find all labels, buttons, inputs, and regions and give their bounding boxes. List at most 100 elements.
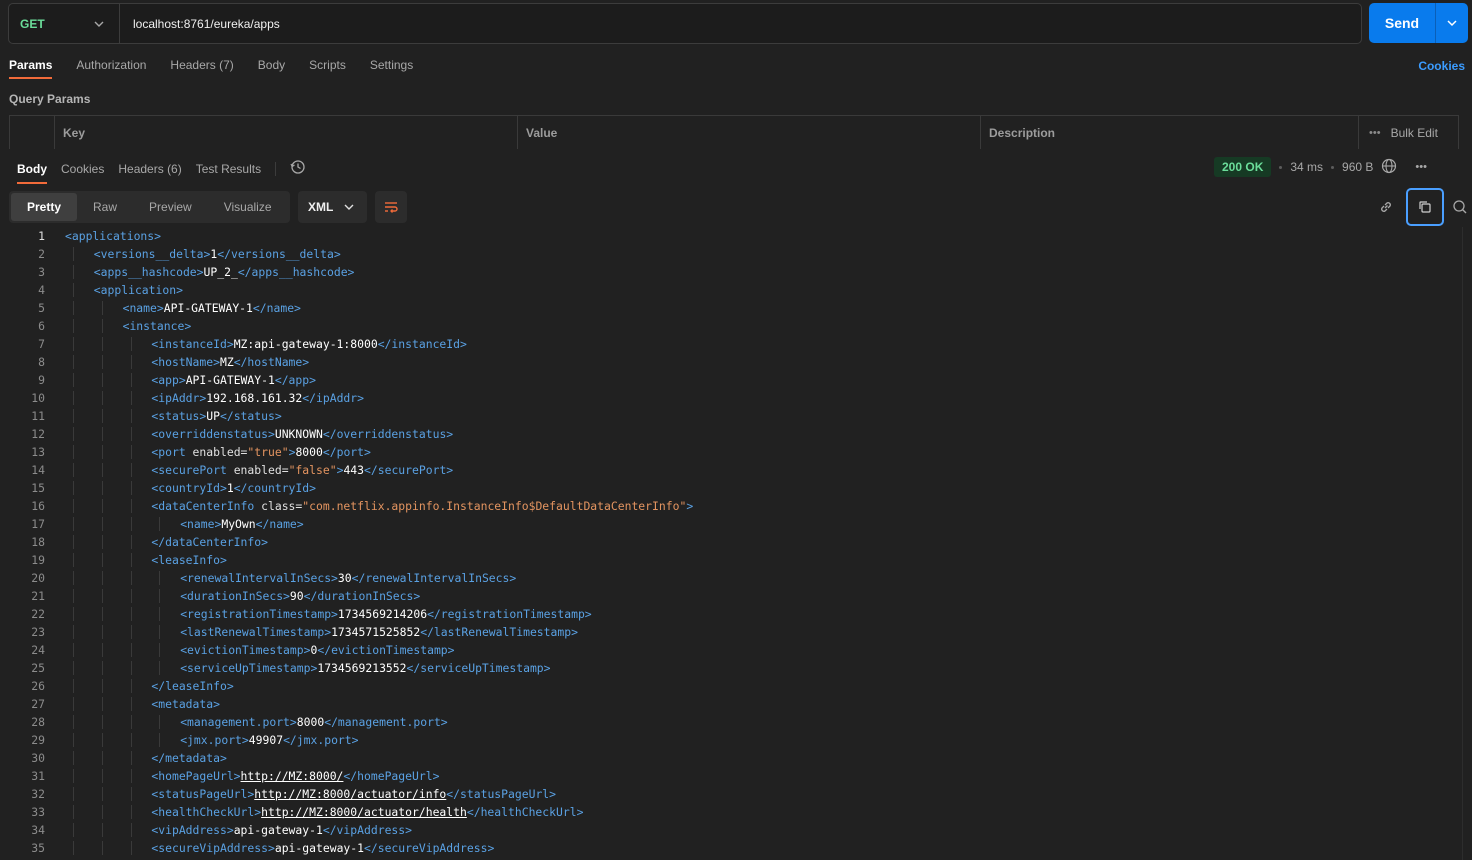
- indent-guide: [130, 481, 132, 495]
- globe-icon[interactable]: [1381, 158, 1397, 177]
- url-bar: GET localhost:8761/eureka/apps: [8, 3, 1362, 44]
- bulk-edit-button[interactable]: ••• Bulk Edit: [1359, 116, 1458, 149]
- code-link[interactable]: http://MZ:8000/: [241, 769, 344, 783]
- code-token: </metadata>: [151, 751, 227, 765]
- code-token: <registrationTimestamp>: [180, 607, 338, 621]
- search-button[interactable]: [1448, 188, 1472, 226]
- code-token: UP_2_: [203, 265, 238, 279]
- indent-guide: [73, 661, 74, 675]
- indent-guide: [130, 337, 132, 351]
- format-select[interactable]: XML: [298, 191, 367, 223]
- indent-guide: [101, 319, 103, 333]
- tab-authorization[interactable]: Authorization: [76, 58, 146, 78]
- code-token: <instance>: [122, 319, 192, 333]
- code-line: 35 <secureVipAddress>api-gateway-1</secur…: [0, 839, 1462, 857]
- line-number: 29: [31, 733, 45, 747]
- indent-guide: [130, 517, 132, 531]
- code-token: <ipAddr>: [151, 391, 207, 405]
- indent-guide: [130, 571, 132, 585]
- line-number: 32: [31, 787, 45, 801]
- code-line: 33 <healthCheckUrl>http://MZ:8000/actuato…: [0, 803, 1462, 821]
- vertical-scrollbar[interactable]: [1462, 227, 1472, 860]
- code-token: >: [686, 499, 694, 513]
- line-number: 15: [31, 481, 45, 495]
- code-token: <versions__delta>: [93, 247, 211, 261]
- view-pretty[interactable]: Pretty: [11, 193, 78, 221]
- view-preview[interactable]: Preview: [133, 193, 208, 221]
- indent-guide: [73, 697, 74, 711]
- tab-headers[interactable]: Headers (7): [170, 58, 233, 78]
- tab-body[interactable]: Body: [258, 58, 285, 78]
- response-size[interactable]: 960 B: [1342, 160, 1373, 174]
- indent-guide: [159, 733, 161, 747]
- code-text: <registrationTimestamp>1734569214206</re…: [45, 607, 592, 621]
- code-token: <application>: [93, 283, 183, 297]
- indent-guide: [159, 571, 161, 585]
- method-select[interactable]: GET: [9, 4, 120, 43]
- code-text: <apps__hashcode>UP_2_</apps__hashcode>: [45, 265, 354, 279]
- indent-guide: [101, 625, 103, 639]
- line-number: 9: [38, 373, 45, 387]
- indent-guide: [159, 589, 161, 603]
- code-token: <healthCheckUrl>: [151, 805, 262, 819]
- indent-guide: [159, 517, 161, 531]
- code-text: <versions__delta>1</versions__delta>: [45, 247, 341, 261]
- line-number: 11: [31, 409, 45, 423]
- code-token: </port>: [322, 445, 371, 459]
- code-token: <vipAddress>: [151, 823, 234, 837]
- view-visualize[interactable]: Visualize: [208, 193, 288, 221]
- indent-guide: [101, 301, 103, 315]
- code-line: 6 <instance>: [0, 317, 1462, 335]
- code-token: </name>: [252, 301, 301, 315]
- code-line: 13 <port enabled="true">8000</port>: [0, 443, 1462, 461]
- cookies-link[interactable]: Cookies: [1418, 59, 1465, 73]
- tab-scripts[interactable]: Scripts: [309, 58, 346, 78]
- code-token: <secureVipAddress>: [151, 841, 275, 855]
- copy-button[interactable]: [1406, 188, 1444, 226]
- code-line: 24 <evictionTimestamp>0</evictionTimestam…: [0, 641, 1462, 659]
- status-badge[interactable]: 200 OK: [1214, 157, 1272, 177]
- indent-guide: [73, 535, 74, 549]
- tab-test-results[interactable]: Test Results: [196, 162, 261, 176]
- line-number: 5: [38, 301, 45, 315]
- link-button[interactable]: [1370, 188, 1402, 226]
- tab-response-cookies[interactable]: Cookies: [61, 162, 104, 176]
- indent-guide: [73, 265, 74, 279]
- indent-guide: [101, 787, 103, 801]
- more-icon[interactable]: •••: [1415, 161, 1427, 173]
- indent-guide: [101, 589, 103, 603]
- code-token: 49907: [248, 733, 284, 747]
- search-icon: [1453, 200, 1467, 214]
- tab-response-headers[interactable]: Headers (6): [118, 162, 181, 176]
- tab-settings[interactable]: Settings: [370, 58, 413, 78]
- code-token: <hostName>: [151, 355, 220, 369]
- tab-response-body[interactable]: Body: [17, 162, 47, 184]
- code-text: <name>MyOwn</name>: [45, 517, 304, 531]
- indent-guide: [73, 841, 74, 855]
- response-time[interactable]: 34 ms: [1290, 160, 1323, 174]
- indent-guide: [73, 553, 74, 567]
- indent-guide: [73, 715, 74, 729]
- code-line: 2 <versions__delta>1</versions__delta>: [0, 245, 1462, 263]
- code-token: <metadata>: [151, 697, 220, 711]
- tab-params[interactable]: Params: [9, 58, 52, 78]
- line-number: 13: [31, 445, 45, 459]
- url-input[interactable]: localhost:8761/eureka/apps: [120, 17, 280, 31]
- code-link[interactable]: http://MZ:8000/actuator/info: [254, 787, 446, 801]
- code-text: <applications>: [45, 229, 161, 243]
- code-link[interactable]: http://MZ:8000/actuator/health: [261, 805, 467, 819]
- code-token: 1734569213552: [317, 661, 407, 675]
- response-body-viewer[interactable]: 1 <applications> 2 <versions__delta>1</vers…: [0, 227, 1462, 860]
- indent-guide: [73, 283, 74, 297]
- view-mode-tabs: Pretty Raw Preview Visualize: [9, 191, 290, 223]
- code-token: 1734569214206: [337, 607, 428, 621]
- send-options-button[interactable]: [1436, 3, 1468, 43]
- code-token: MZ: [219, 355, 234, 369]
- indent-guide: [101, 841, 103, 855]
- history-icon[interactable]: [290, 159, 306, 178]
- code-token: </countryId>: [233, 481, 316, 495]
- code-text: <management.port>8000</management.port>: [45, 715, 448, 729]
- view-raw[interactable]: Raw: [77, 193, 133, 221]
- wrap-lines-button[interactable]: [375, 191, 407, 223]
- send-button[interactable]: Send: [1369, 3, 1468, 43]
